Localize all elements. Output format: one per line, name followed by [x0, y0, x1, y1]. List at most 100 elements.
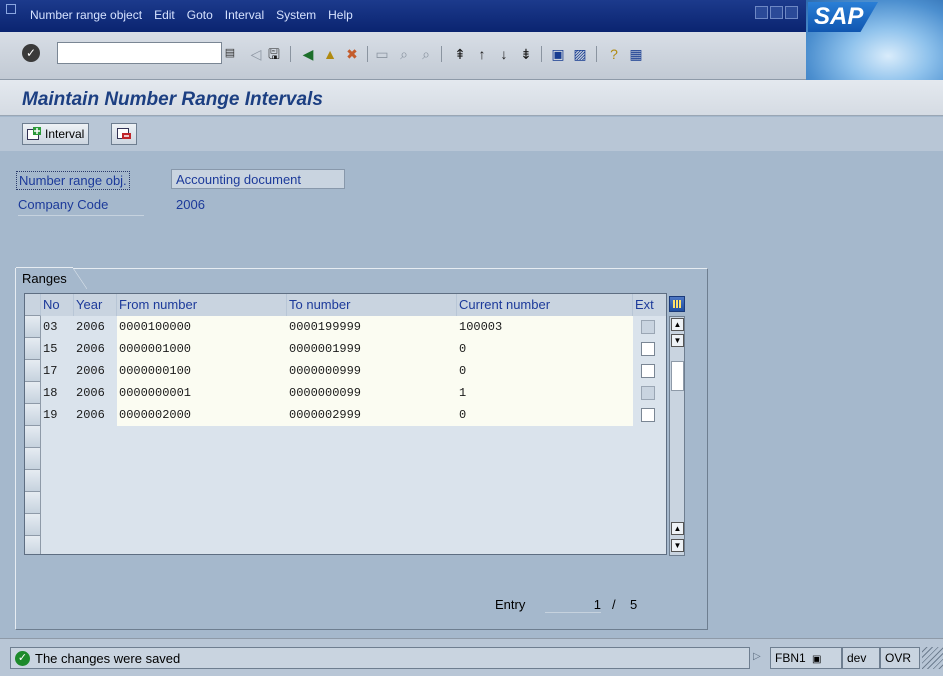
- ext-checkbox[interactable]: [641, 342, 655, 356]
- cell-to-number[interactable]: 0000000099: [287, 382, 457, 404]
- column-header-to-number[interactable]: To number: [287, 294, 457, 316]
- next-page-icon[interactable]: ↓: [494, 44, 514, 64]
- cell-to-number[interactable]: 0000199999: [287, 316, 457, 338]
- cell-year: 2006: [76, 320, 105, 334]
- ext-checkbox[interactable]: [641, 364, 655, 378]
- status-transaction[interactable]: FBN1 ▣: [770, 647, 842, 669]
- cell-no: 15: [43, 342, 58, 356]
- previous-page-icon[interactable]: ↑: [472, 44, 492, 64]
- entry-current[interactable]: 1: [545, 597, 601, 613]
- ext-checkbox[interactable]: [641, 408, 655, 422]
- command-field[interactable]: [57, 42, 222, 64]
- interval-button-label: Interval: [45, 127, 85, 141]
- print-icon[interactable]: ▭: [372, 44, 392, 64]
- ext-checkbox: [641, 320, 655, 334]
- cell-to-number[interactable]: 0000000999: [287, 360, 457, 382]
- column-header-no[interactable]: No: [41, 294, 74, 316]
- ranges-group-title: Ranges: [16, 267, 87, 289]
- help-icon[interactable]: ?: [604, 44, 624, 64]
- cell-to-number[interactable]: 0000001999: [287, 338, 457, 360]
- transaction-info-icon: ▣: [812, 654, 822, 665]
- row-select-button[interactable]: [25, 426, 41, 448]
- cell-no: 03: [43, 320, 58, 334]
- menu-edit[interactable]: Edit: [154, 8, 175, 22]
- ranges-table: No Year From number To number Current nu…: [24, 293, 667, 555]
- enter-button[interactable]: ✓: [22, 44, 40, 62]
- select-all-button[interactable]: [25, 294, 41, 316]
- cell-from-number[interactable]: 0000001000: [117, 338, 287, 360]
- back-icon[interactable]: ◀: [298, 44, 318, 64]
- window-controls: [755, 6, 798, 19]
- row-select-button[interactable]: [25, 448, 41, 470]
- back-arrow-icon[interactable]: ◁: [246, 44, 266, 64]
- table-row: 19 2006 0000002000 0000002999 0: [25, 404, 666, 426]
- cell-from-number[interactable]: 0000000100: [117, 360, 287, 382]
- cell-current-number[interactable]: 1: [457, 382, 633, 404]
- create-interval-button[interactable]: Interval: [22, 123, 90, 145]
- row-select-button[interactable]: [25, 360, 41, 382]
- menu-help[interactable]: Help: [328, 8, 353, 22]
- scroll-up-button[interactable]: ▲: [671, 318, 684, 331]
- row-select-button[interactable]: [25, 514, 41, 536]
- menu-goto[interactable]: Goto: [187, 8, 213, 22]
- status-message[interactable]: ✓ The changes were saved: [10, 647, 750, 669]
- delete-interval-button[interactable]: [111, 123, 137, 145]
- row-select-button[interactable]: [25, 338, 41, 360]
- first-page-icon[interactable]: ⇞: [450, 44, 470, 64]
- cell-current-number[interactable]: 0: [457, 404, 633, 426]
- scroll-thumb[interactable]: [671, 361, 684, 391]
- find-icon[interactable]: ⌕: [394, 44, 414, 64]
- column-header-year[interactable]: Year: [74, 294, 117, 316]
- column-header-from-number[interactable]: From number: [117, 294, 287, 316]
- row-select-button[interactable]: [25, 316, 41, 338]
- menu-interval[interactable]: Interval: [225, 8, 264, 22]
- cell-ext: [633, 404, 666, 426]
- vertical-scrollbar[interactable]: ▲ ▼ ▲ ▼: [669, 316, 685, 556]
- row-select-button[interactable]: [25, 470, 41, 492]
- close-button[interactable]: [785, 6, 798, 19]
- empty-table-row: [25, 514, 666, 536]
- cell-current-number[interactable]: 100003: [457, 316, 633, 338]
- resize-grip[interactable]: [922, 647, 943, 669]
- scroll-down-button[interactable]: ▼: [671, 539, 684, 552]
- status-system: dev: [842, 647, 880, 669]
- cell-no: 18: [43, 386, 58, 400]
- page-down-button[interactable]: ▼: [671, 334, 684, 347]
- column-settings-icon[interactable]: [669, 296, 685, 312]
- cell-from-number[interactable]: 0000100000: [117, 316, 287, 338]
- maximize-button[interactable]: [770, 6, 783, 19]
- cell-current-number[interactable]: 0: [457, 360, 633, 382]
- row-select-button[interactable]: [25, 404, 41, 426]
- cell-current-number[interactable]: 0: [457, 338, 633, 360]
- cancel-icon[interactable]: ✖: [342, 44, 362, 64]
- minimize-button[interactable]: [755, 6, 768, 19]
- system-menu-icon[interactable]: [6, 4, 16, 14]
- standard-toolbar: ✓ ▤ ◁ 🖫 ◀ ▲ ✖ ▭ ⌕ ⌕ ⇞ ↑ ↓ ⇟ ▣ ▨ ? ▦: [0, 32, 806, 80]
- company-code-value: 2006: [176, 197, 205, 212]
- layout-menu-icon[interactable]: ▦: [626, 44, 646, 64]
- page-up-button[interactable]: ▲: [671, 522, 684, 535]
- command-history-icon[interactable]: ▤: [224, 44, 236, 62]
- last-page-icon[interactable]: ⇟: [516, 44, 536, 64]
- cell-year: 2006: [76, 342, 105, 356]
- empty-table-row: [25, 426, 666, 448]
- cell-from-number[interactable]: 0000000001: [117, 382, 287, 404]
- save-icon[interactable]: 🖫: [264, 44, 284, 64]
- new-session-icon[interactable]: ▣: [548, 44, 568, 64]
- menu-number-range-object[interactable]: Number range object: [30, 8, 142, 22]
- column-header-ext[interactable]: Ext: [633, 294, 666, 316]
- shortcut-icon[interactable]: ▨: [570, 44, 590, 64]
- sap-logo: SAP: [808, 2, 878, 32]
- row-select-button[interactable]: [25, 536, 41, 554]
- exit-icon[interactable]: ▲: [320, 44, 340, 64]
- menu-system[interactable]: System: [276, 8, 316, 22]
- find-next-icon[interactable]: ⌕: [416, 44, 436, 64]
- row-select-button[interactable]: [25, 492, 41, 514]
- sap-logo-area: SAP: [806, 0, 943, 80]
- status-expand-icon[interactable]: ▷: [753, 651, 761, 662]
- status-mode[interactable]: OVR: [880, 647, 920, 669]
- column-header-current-number[interactable]: Current number: [457, 294, 633, 316]
- cell-from-number[interactable]: 0000002000: [117, 404, 287, 426]
- cell-to-number[interactable]: 0000002999: [287, 404, 457, 426]
- row-select-button[interactable]: [25, 382, 41, 404]
